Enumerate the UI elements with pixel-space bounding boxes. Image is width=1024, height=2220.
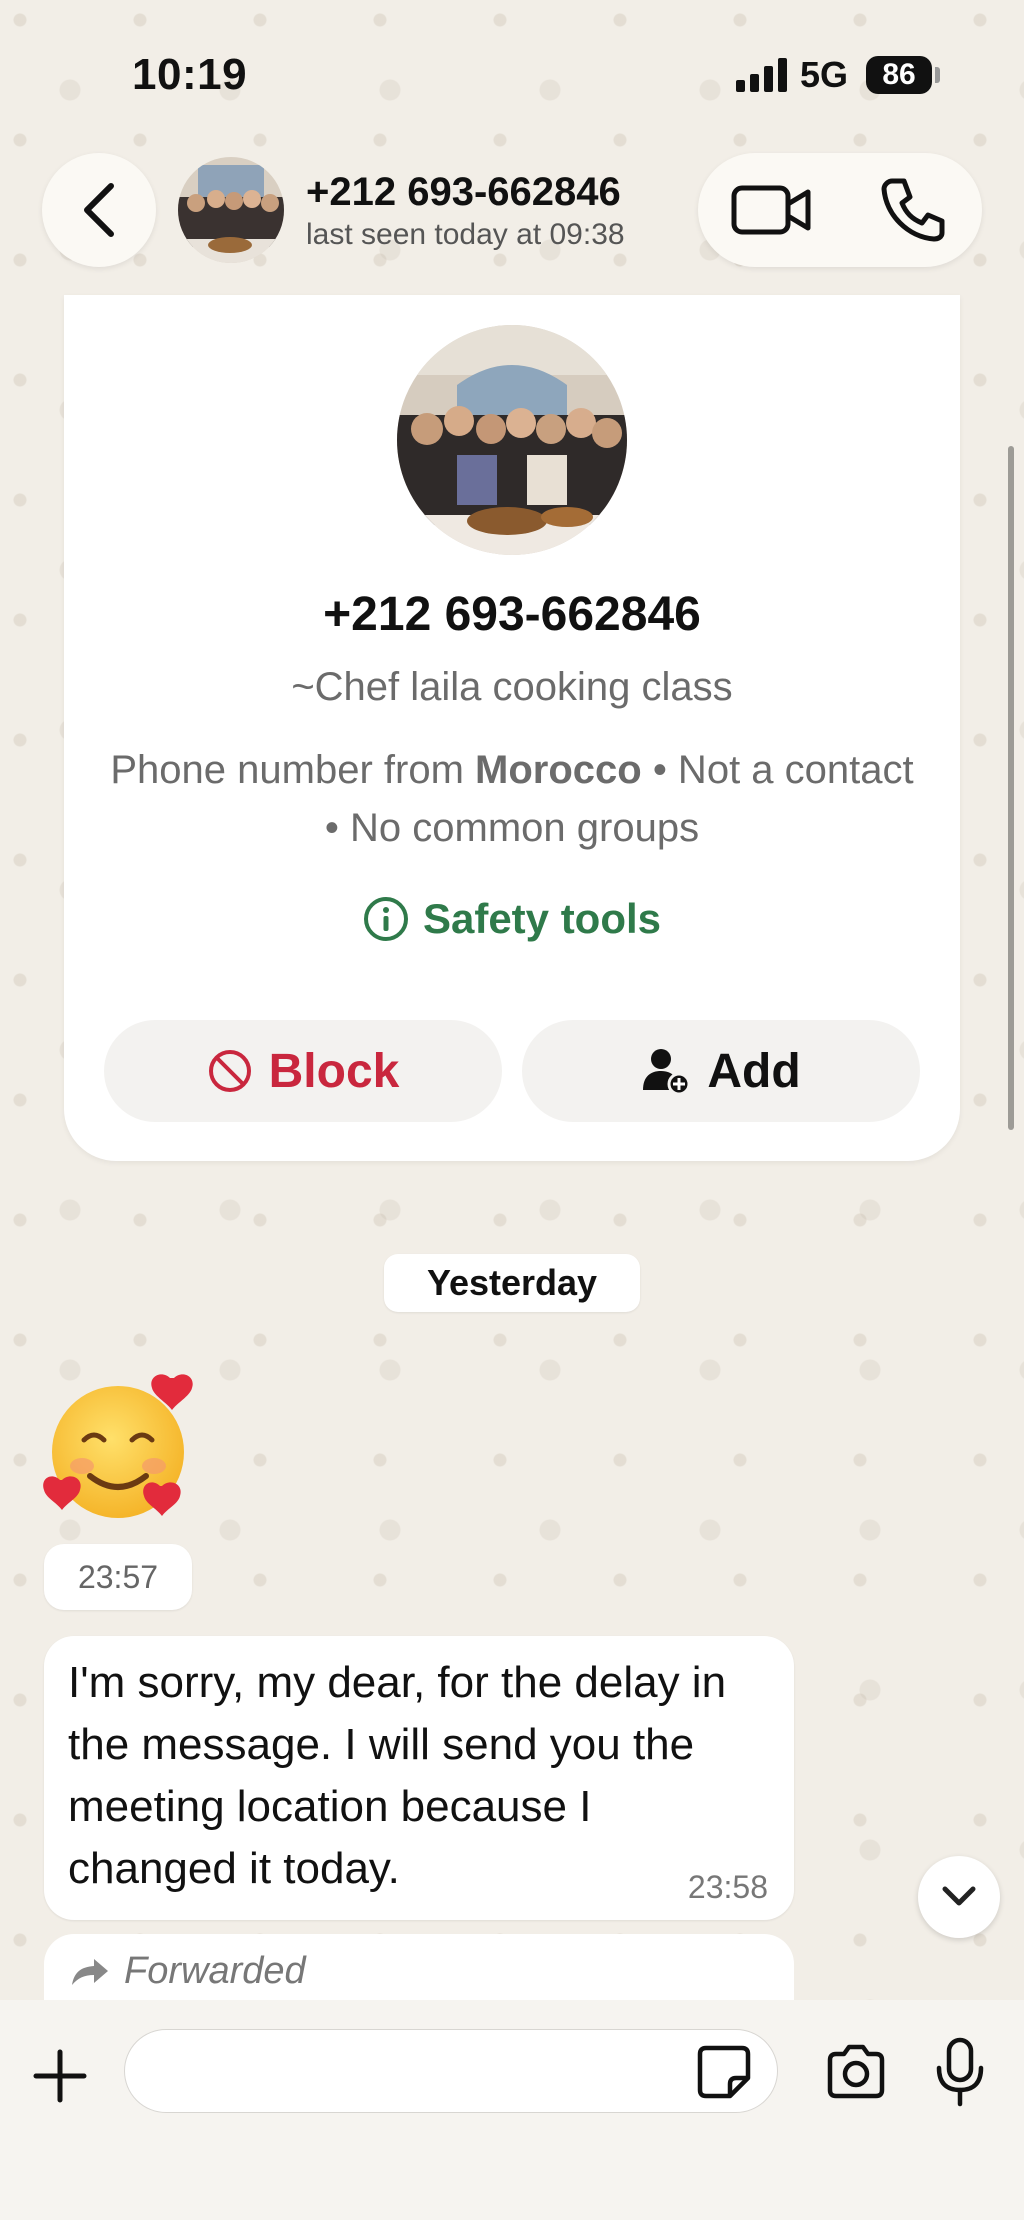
forwarded-indicator: Forwarded	[70, 1950, 306, 1993]
forwarded-label: Forwarded	[124, 1950, 306, 1992]
signal-strength-icon	[736, 58, 788, 92]
card-push-name: ~Chef laila cooking class	[291, 665, 733, 709]
contact-info-card: +212 693-662846 ~Chef laila cooking clas…	[64, 295, 960, 1161]
sticker-icon	[697, 2045, 751, 2099]
card-phone-number: +212 693-662846	[323, 588, 701, 641]
camera-icon	[827, 2044, 885, 2099]
add-label: Add	[707, 1044, 801, 1098]
meta-country: Morocco	[475, 748, 642, 792]
card-meta: Phone number from Morocco • Not a contac…	[104, 741, 920, 857]
block-label: Block	[268, 1044, 400, 1098]
status-time: 10:19	[132, 50, 248, 99]
contact-name: +212 693-662846	[306, 170, 621, 214]
incoming-message-bubble[interactable]: I'm sorry, my dear, for the delay in the…	[44, 1636, 794, 1920]
chevron-down-icon	[942, 1886, 976, 1906]
scroll-to-bottom-button[interactable]	[918, 1856, 1000, 1938]
sticker-button[interactable]	[696, 2044, 752, 2100]
network-type: 5G	[800, 54, 849, 95]
video-call-button[interactable]	[730, 180, 814, 240]
group-photo-image	[178, 157, 284, 263]
message-input[interactable]	[124, 2029, 778, 2113]
date-divider: Yesterday	[384, 1254, 640, 1312]
smiling-face-with-hearts-icon	[43, 1374, 193, 1518]
call-actions	[698, 153, 982, 267]
contact-header[interactable]: +212 693-662846 last seen today at 09:38	[160, 150, 680, 270]
voice-note-button[interactable]	[934, 2036, 986, 2108]
group-photo-image	[397, 325, 627, 555]
plus-icon	[33, 2049, 87, 2103]
scrollbar[interactable]	[1008, 446, 1014, 1130]
contact-photo[interactable]	[397, 325, 627, 555]
camera-button[interactable]	[824, 2040, 888, 2104]
last-seen: last seen today at 09:38	[306, 218, 625, 251]
microphone-icon	[936, 2037, 984, 2107]
message-time: 23:58	[687, 1869, 768, 1905]
forward-arrow-icon	[72, 1958, 108, 1985]
block-button[interactable]: Block	[104, 1020, 502, 1122]
attach-button[interactable]	[30, 2046, 90, 2106]
message-text: I'm sorry, my dear, for the delay in the…	[68, 1658, 727, 1893]
message-composer	[0, 2000, 1024, 2220]
add-contact-button[interactable]: Add	[522, 1020, 920, 1122]
emoji-message-time: 23:57	[44, 1544, 192, 1610]
safety-tools-label: Safety tools	[422, 895, 662, 942]
status-bar: 10:19 5G 86	[0, 0, 1024, 150]
block-icon	[208, 1050, 251, 1092]
voice-call-button[interactable]	[878, 175, 948, 245]
battery-nub	[935, 67, 940, 83]
battery-icon: 86	[866, 56, 932, 94]
safety-tools-link[interactable]: Safety tools	[64, 895, 960, 952]
emoji-message[interactable]	[40, 1370, 200, 1530]
avatar[interactable]	[178, 157, 284, 263]
add-person-icon	[643, 1049, 691, 1096]
phone-icon	[881, 178, 945, 242]
back-button[interactable]	[42, 153, 156, 267]
video-camera-icon	[731, 185, 811, 235]
meta-prefix: Phone number from	[110, 748, 476, 792]
chevron-left-icon	[84, 183, 114, 237]
info-circle-icon	[363, 897, 408, 941]
